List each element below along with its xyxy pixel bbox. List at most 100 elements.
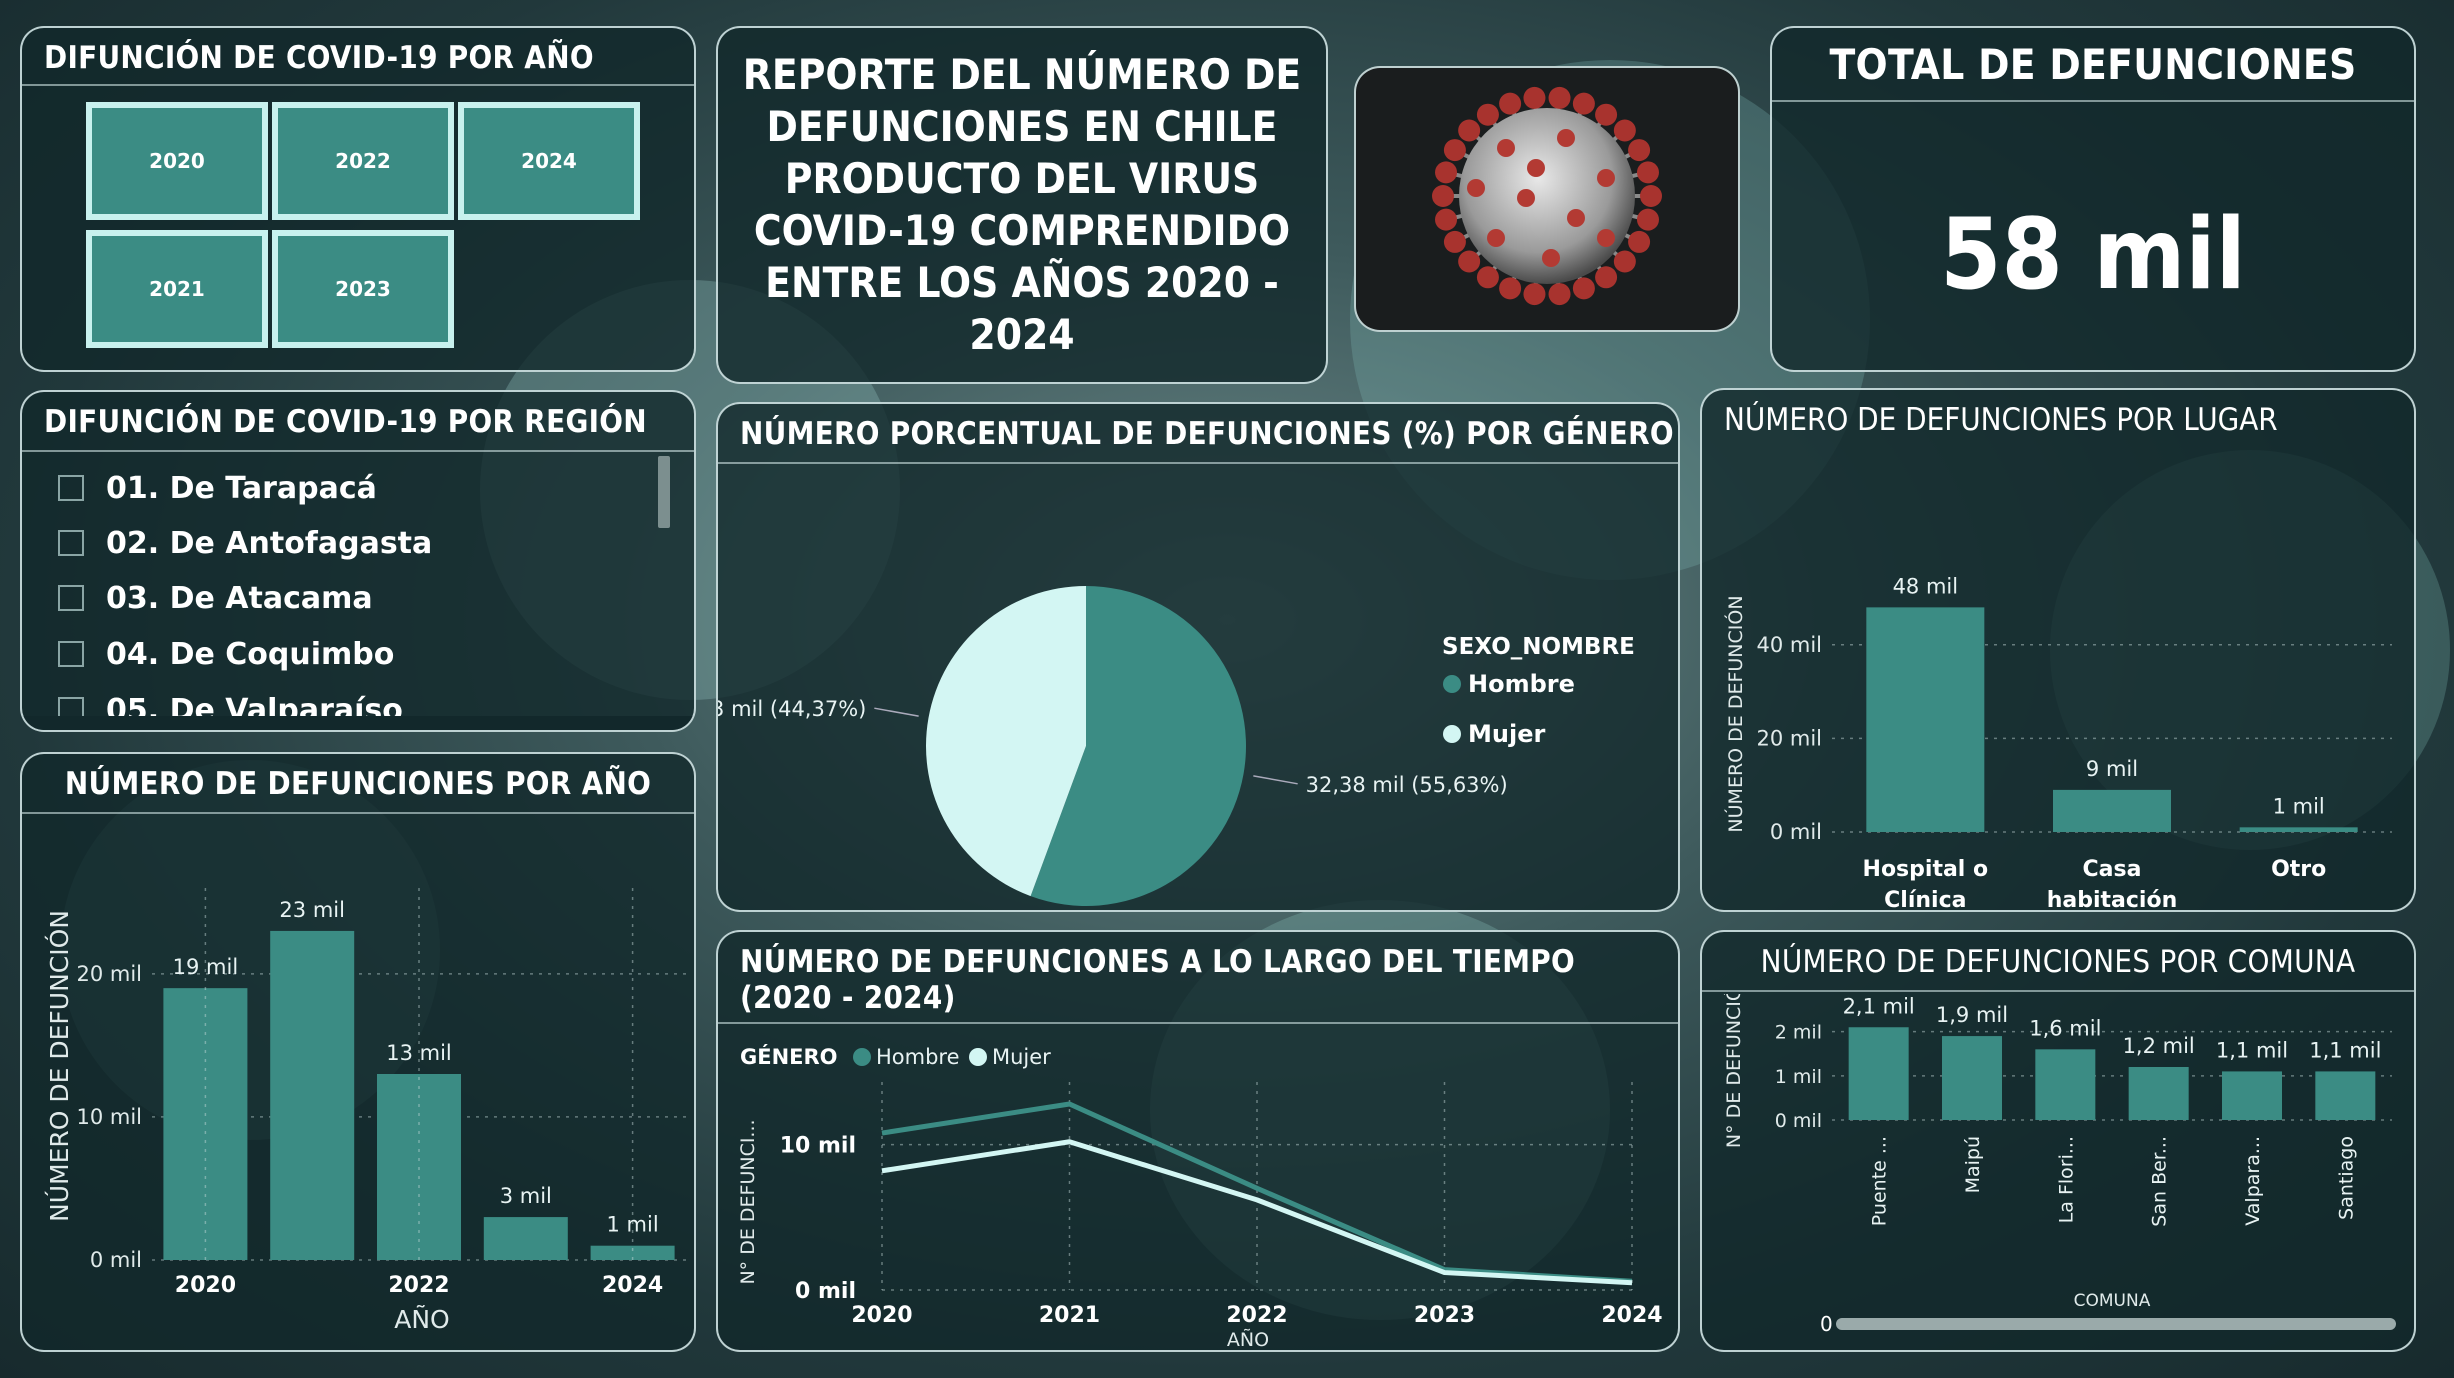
bar <box>2222 1071 2282 1120</box>
y-tick-label: 2 mil <box>1775 1022 1822 1044</box>
comuna-scrollbar[interactable] <box>1836 1318 2396 1330</box>
x-category-label: Puente ... <box>1869 1136 1891 1226</box>
region-item-atacama[interactable]: 03. De Atacama <box>58 576 373 620</box>
x-category-label: San Ber... <box>2149 1136 2171 1227</box>
comuna-chart-title: NÚMERO DE DEFUNCIONES POR COMUNA <box>1702 932 2414 992</box>
virus-spike <box>1640 185 1662 207</box>
x-tick-label: 2020 <box>175 1273 236 1298</box>
comuna-scroll-label: 0 <box>1820 1312 1833 1336</box>
bar <box>2315 1071 2376 1120</box>
region-slicer-panel: DIFUNCIÓN DE COVID-19 POR REGIÓN 01. De … <box>20 390 696 732</box>
checkbox[interactable] <box>58 475 84 501</box>
y-axis-title: NÚMERO DE DEFUNCIÓN <box>1723 595 1747 832</box>
virus-spike <box>1435 208 1458 231</box>
region-item-antofagasta[interactable]: 02. De Antofagasta <box>58 521 432 565</box>
x-tick-label: 2020 <box>851 1303 912 1328</box>
year-slicer-title: DIFUNCIÓN DE COVID-19 POR AÑO <box>22 28 694 86</box>
virus-spike <box>1476 103 1499 126</box>
x-tick-label: 2021 <box>1039 1303 1100 1328</box>
line-legend-title: GÉNERO <box>740 1044 838 1069</box>
x-category-label: Casa habitación <box>2047 857 2178 912</box>
virus-spike <box>1527 159 1545 177</box>
year-button-2024[interactable]: 2024 <box>458 102 640 220</box>
x-tick-label: 2024 <box>1601 1303 1662 1328</box>
virus-spike <box>1628 230 1651 253</box>
checkbox[interactable] <box>58 641 84 667</box>
time-line-chart: GÉNERO Hombre Mujer 2020 2021 2022 2023 2024 0 m… <box>737 1044 1663 1350</box>
virus-spike <box>1636 208 1659 231</box>
virus-spike <box>1487 229 1505 247</box>
y-axis-title: N° DE DEFUNCIÓN <box>1721 994 1745 1148</box>
legend-label-hombre: Hombre <box>876 1045 960 1069</box>
virus-spike <box>1458 119 1481 142</box>
bar-data-label: 3 mil <box>500 1184 552 1208</box>
bar-data-label: 1,6 mil <box>2029 1016 2101 1040</box>
year-button-2022[interactable]: 2022 <box>272 102 454 220</box>
bar-data-label: 2,1 mil <box>1843 994 1915 1018</box>
x-tick-label: 2022 <box>388 1273 449 1298</box>
virus-spike <box>1443 139 1466 162</box>
pie-leader-line <box>1253 775 1298 785</box>
x-category-label-line: Clínica <box>1884 888 1966 912</box>
virus-spike <box>1435 161 1458 184</box>
y-tick-label: 20 mil <box>76 962 142 986</box>
virus-spike <box>1557 129 1575 147</box>
region-item-coquimbo[interactable]: 04. De Coquimbo <box>58 632 394 676</box>
region-item-tarapaca[interactable]: 01. De Tarapacá <box>58 466 377 510</box>
time-chart-title: NÚMERO DE DEFUNCIONES A LO LARGO DEL TIE… <box>718 932 1678 1024</box>
bar <box>270 930 355 1260</box>
gender-pie-title: NÚMERO PORCENTUAL DE DEFUNCIONES (%) POR… <box>718 404 1678 464</box>
virus-spike <box>1443 230 1466 253</box>
virus-spike <box>1499 277 1522 300</box>
comuna-chart-panel: NÚMERO DE DEFUNCIONES POR COMUNA 0 mil 1 … <box>1700 930 2416 1352</box>
legend-label-mujer: Mujer <box>1468 720 1545 748</box>
x-category-label: Maipú <box>1962 1136 1984 1193</box>
year-button-2023[interactable]: 2023 <box>272 230 454 348</box>
virus-spike <box>1613 250 1636 273</box>
y-tick-label: 10 mil <box>780 1134 856 1159</box>
legend-marker <box>1443 675 1461 693</box>
virus-spike <box>1595 266 1618 289</box>
year-button-2020[interactable]: 2020 <box>86 102 268 220</box>
virus-spike <box>1458 250 1481 273</box>
virus-spike <box>1432 185 1454 207</box>
bar <box>2035 1049 2096 1120</box>
place-chart-panel: NÚMERO DE DEFUNCIONES POR LUGAR 0 mil 20 … <box>1700 388 2416 912</box>
region-slicer-title: DIFUNCIÓN DE COVID-19 POR REGIÓN <box>22 392 694 452</box>
virus-spike <box>1476 266 1499 289</box>
bar-data-label: 1,9 mil <box>1936 1003 2008 1027</box>
x-axis-title: COMUNA <box>2074 1291 2151 1311</box>
bar-data-label: 48 mil <box>1893 574 1959 598</box>
place-bar-chart: 0 mil 20 mil 40 mil 48 mil 9 mil 1 mil Hospita… <box>1723 574 2392 912</box>
virus-spike <box>1467 179 1485 197</box>
bar-data-label: 1,1 mil <box>2216 1038 2288 1062</box>
virus-spike <box>1567 209 1585 227</box>
x-tick-label: 2024 <box>602 1273 663 1298</box>
virus-spike <box>1499 92 1522 115</box>
checkbox[interactable] <box>58 585 84 611</box>
bar-data-label: 19 mil <box>173 955 239 979</box>
virus-spike <box>1572 92 1595 115</box>
x-category-label-line: Otro <box>2271 857 2326 882</box>
gender-pie-chart: 32,38 mil (55,63%) 25,83 mil (44,37%) SEXO… <box>718 586 1635 906</box>
total-panel: TOTAL DE DEFUNCIONES 58 mil <box>1770 26 2416 372</box>
year-bar-chart: 0 mil10 mil20 mil 19 mil23 mil13 mil3 mil… <box>44 888 686 1334</box>
bar <box>1942 1036 2002 1120</box>
virus-spike <box>1613 119 1636 142</box>
pie-leader-line <box>874 707 919 717</box>
y-axis-title: NÚMERO DE DEFUNCIÓN <box>44 910 74 1222</box>
bar <box>2128 1067 2189 1120</box>
series-line-mujer <box>881 1139 1633 1286</box>
checkbox[interactable] <box>58 530 84 556</box>
bar <box>2239 827 2358 832</box>
x-axis-title: AÑO <box>394 1304 449 1334</box>
gender-pie-panel: NÚMERO PORCENTUAL DE DEFUNCIONES (%) POR… <box>716 402 1680 912</box>
total-value: 58 mil <box>1940 198 2246 312</box>
virus-spike <box>1572 277 1595 300</box>
region-label: 01. De Tarapacá <box>106 470 377 506</box>
region-scrollbar[interactable] <box>658 456 670 528</box>
bar <box>1866 607 1985 832</box>
virus-spike <box>1542 249 1560 267</box>
report-title: REPORTE DEL NÚMERO DE DEFUNCIONES EN CHI… <box>742 50 1302 359</box>
year-button-2021[interactable]: 2021 <box>86 230 268 348</box>
